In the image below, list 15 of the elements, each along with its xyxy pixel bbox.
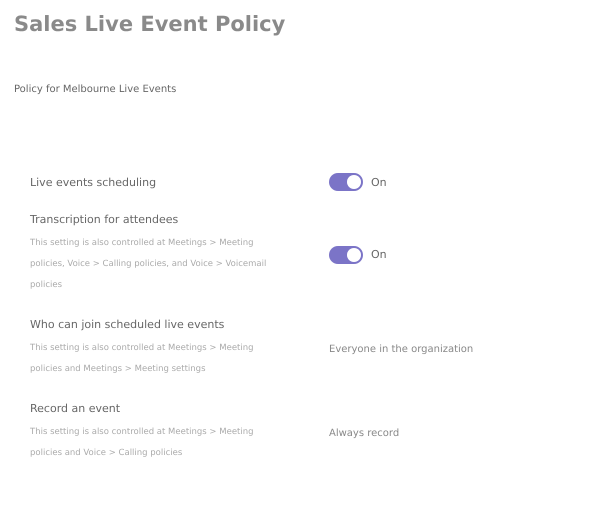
toggle-switch[interactable] bbox=[329, 173, 363, 191]
setting-value[interactable]: Everyone in the organization bbox=[329, 344, 474, 354]
setting-label: Record an event bbox=[30, 402, 122, 415]
setting-note: This setting is also controlled at Meetings > Meeting policies, Voice > Calling policies, and Voice > Voicemail policies bbox=[30, 237, 268, 292]
setting-note: This setting is also controlled at Meetings > Meeting policies and Meetings > Meeting settings bbox=[30, 342, 255, 376]
setting-label: Live events scheduling bbox=[30, 176, 158, 188]
toggle-state: On bbox=[371, 248, 387, 261]
toggle-switch[interactable] bbox=[329, 246, 363, 264]
toggle-state: On bbox=[371, 176, 387, 188]
setting-label: Who can join scheduled live events bbox=[30, 318, 226, 331]
setting-label: Transcription for attendees bbox=[30, 213, 180, 226]
policy-description: Policy for Melbourne Live Events bbox=[14, 84, 178, 95]
setting-value[interactable]: Always record bbox=[329, 428, 400, 438]
page-title: Sales Live Event Policy bbox=[14, 12, 286, 36]
setting-note: This setting is also controlled at Meetings > Meeting policies and Voice > Calling policies bbox=[30, 426, 255, 460]
